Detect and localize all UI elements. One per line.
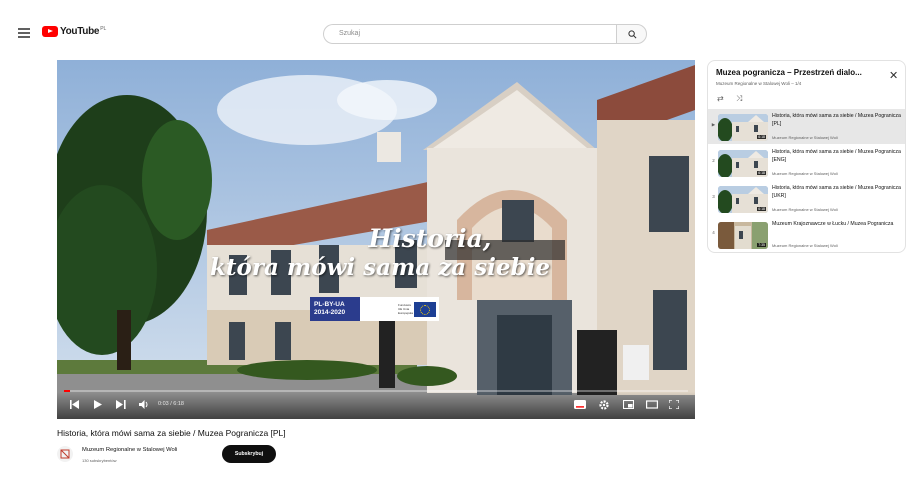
- playlist-item-title: Muzeum Krajoznawcze w Łucku / Muzea Pogr…: [772, 221, 894, 227]
- player-controls: 0:03 / 6:18: [57, 392, 695, 419]
- playlist-title[interactable]: Muzea pogranicza – Przestrzeń dialo...: [716, 68, 886, 77]
- playlist-item-thumbnail: 6:18: [718, 186, 768, 213]
- playlist-item[interactable]: 4 7:35 Muzeum Krajoznawcze w Łucku / Muz…: [708, 217, 905, 252]
- shuffle-icon[interactable]: ⤨: [736, 94, 742, 104]
- time-display: 0:03 / 6:18: [158, 401, 184, 407]
- duration-badge: 6:18: [757, 207, 766, 211]
- play-icon[interactable]: [94, 400, 102, 411]
- subtitles-icon[interactable]: [574, 400, 586, 411]
- hamburger-menu-icon[interactable]: [18, 28, 30, 38]
- duration-badge: 6:18: [757, 135, 766, 139]
- playlist-item-title: Historia, która mówi sama za siebie / Mu…: [772, 185, 901, 199]
- youtube-play-icon: [42, 26, 58, 37]
- channel-name[interactable]: Muzeum Regionalne w Stalowej Woli: [82, 447, 177, 453]
- playlist-panel: Muzea pogranicza – Przestrzeń dialo... M…: [707, 60, 906, 253]
- subscriber-count: 130 subskrybentów: [82, 458, 117, 463]
- playlist-item-channel: Muzeum Regionalne w Stalowej Woli: [772, 135, 838, 140]
- playlist-item-channel: Muzeum Regionalne w Stalowej Woli: [772, 207, 838, 212]
- fullscreen-icon[interactable]: [668, 399, 680, 411]
- overlay-title-line-1: Historia,: [368, 224, 492, 253]
- playlist-item-index: 4: [712, 230, 715, 235]
- logo-country-code: PL: [100, 25, 107, 32]
- playlist-item-index: 2: [712, 158, 715, 163]
- playlist-item[interactable]: 2 6:18 Historia, która mówi sama za sieb…: [708, 145, 905, 180]
- overlay-title-line-2: która mówi sama za siebie: [210, 254, 550, 281]
- search-button[interactable]: [616, 24, 647, 44]
- playlist-item-title: Historia, która mówi sama za siebie / Mu…: [772, 113, 901, 127]
- playlist-item[interactable]: 3 6:18 Historia, która mówi sama za sieb…: [708, 181, 905, 216]
- next-icon[interactable]: [116, 400, 126, 411]
- logo-text: YouTube: [60, 26, 100, 37]
- playlist-item-thumbnail: 7:35: [718, 222, 768, 249]
- playlist-item-thumbnail: 6:18: [718, 150, 768, 177]
- playlist-item-thumbnail: 6:18: [718, 114, 768, 141]
- playlist-item-channel: Muzeum Regionalne w Stalowej Woli: [772, 171, 838, 176]
- program-label: PL-BY-UA 2014-2020: [310, 297, 360, 321]
- subscribe-button[interactable]: Subskrybuj: [222, 445, 276, 463]
- youtube-logo[interactable]: YouTube PL: [42, 26, 106, 37]
- playlist-item-channel: Muzeum Regionalne w Stalowej Woli: [772, 243, 838, 248]
- loop-icon[interactable]: ⇄: [717, 94, 724, 103]
- volume-icon[interactable]: [139, 400, 150, 411]
- miniplayer-icon[interactable]: [622, 399, 635, 411]
- search-input[interactable]: Szukaj: [323, 24, 617, 44]
- video-player[interactable]: Historia, która mówi sama za siebie PL-B…: [57, 60, 695, 419]
- museum-logo-icon: [60, 449, 70, 459]
- theater-mode-icon[interactable]: [646, 400, 659, 411]
- channel-avatar[interactable]: [57, 446, 73, 462]
- settings-gear-icon[interactable]: [599, 400, 609, 412]
- previous-icon[interactable]: [70, 400, 80, 411]
- playlist-subtitle: Muzeum Regionalne w Stalowej Woli – 1/4: [716, 81, 802, 86]
- duration-badge: 6:18: [757, 171, 766, 175]
- funding-label: Fundusze UE Unia Europejska: [398, 303, 414, 315]
- eu-flag-icon: [414, 301, 436, 317]
- duration-badge: 7:35: [757, 243, 766, 247]
- search-icon: [628, 30, 637, 39]
- close-icon[interactable]: ✕: [889, 71, 898, 82]
- playlist-item-index: 3: [712, 194, 715, 199]
- playlist-item-index: ▶: [711, 122, 716, 127]
- eu-program-badge: PL-BY-UA 2014-2020 Fundusze UE Unia Euro…: [310, 297, 439, 321]
- top-bar: YouTube PL Szukaj: [0, 0, 917, 60]
- video-title: Historia, która mówi sama za siebie / Mu…: [57, 428, 286, 438]
- playlist-item[interactable]: ▶ 6:18 Historia, która mówi sama za sieb…: [708, 109, 905, 144]
- playlist-item-title: Historia, która mówi sama za siebie / Mu…: [772, 149, 901, 163]
